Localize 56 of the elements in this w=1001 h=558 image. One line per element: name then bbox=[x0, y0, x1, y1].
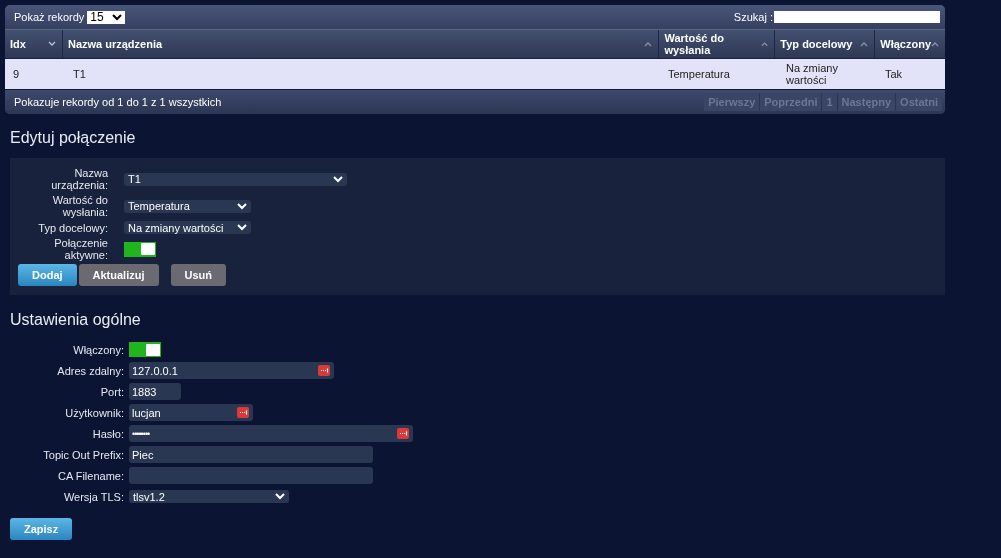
input-field[interactable] bbox=[129, 467, 373, 484]
input-field[interactable]: •••••••• bbox=[129, 425, 413, 442]
table-cell: T1 bbox=[73, 68, 86, 80]
table-cell: Na zmiany wartości bbox=[786, 62, 838, 86]
field-label: Połączenie aktywne: bbox=[53, 237, 108, 261]
autofill-icon[interactable] bbox=[318, 365, 330, 376]
action-button[interactable]: Aktualizuj bbox=[78, 264, 159, 286]
search-field[interactable] bbox=[774, 11, 940, 23]
sort-icon bbox=[860, 41, 869, 47]
column-header[interactable]: Typ docelowy bbox=[775, 30, 876, 58]
field-label: Włączony: bbox=[72, 343, 124, 356]
sort-icon bbox=[644, 41, 653, 47]
toggle-switch[interactable] bbox=[124, 241, 156, 257]
page-size-select[interactable]: 15 bbox=[87, 10, 125, 24]
field-label: Użytkownik: bbox=[64, 406, 124, 419]
records-info: Pokazuje rekordy od 1 do 1 z 1 wszystkich bbox=[14, 96, 222, 108]
input-field[interactable]: 127.0.0.1 bbox=[129, 362, 334, 379]
sort-icon bbox=[761, 41, 769, 47]
input-field[interactable]: Piec bbox=[129, 446, 373, 463]
input-field[interactable]: lucjan bbox=[129, 404, 253, 421]
sort-icon bbox=[931, 41, 939, 47]
field-label: Adres zdalny: bbox=[56, 364, 124, 377]
page-size-label: Pokaż rekordy bbox=[14, 11, 85, 23]
select-field[interactable]: T1 bbox=[124, 172, 347, 186]
field-label: CA Filename: bbox=[56, 469, 124, 482]
autofill-icon[interactable] bbox=[397, 428, 409, 439]
table-cell: 9 bbox=[13, 68, 20, 80]
column-header[interactable]: Idx bbox=[5, 30, 63, 58]
autofill-icon[interactable] bbox=[237, 407, 249, 418]
sort-icon bbox=[47, 41, 56, 47]
field-label: Topic Out Prefix: bbox=[42, 448, 124, 461]
caret-icon bbox=[237, 224, 247, 231]
input-field[interactable]: 1883 bbox=[129, 383, 181, 400]
caret-icon bbox=[111, 13, 122, 21]
search-label: Szukaj : bbox=[733, 11, 773, 23]
field-label: Nazwa urządzenia: bbox=[50, 167, 108, 191]
section-title: Edytuj połączenie bbox=[10, 129, 137, 147]
column-header[interactable]: Włączony bbox=[875, 30, 945, 58]
caret-icon bbox=[333, 175, 343, 183]
column-header[interactable]: Nazwa urządzenia bbox=[62, 30, 660, 58]
caret-icon bbox=[275, 493, 285, 500]
column-header[interactable]: Wartość do wysłania bbox=[659, 30, 776, 58]
field-label: Wersja TLS: bbox=[62, 490, 124, 503]
field-label: Wartość do wysłania: bbox=[51, 194, 108, 218]
table-cell: Tak bbox=[885, 68, 903, 80]
toggle-switch[interactable] bbox=[129, 342, 161, 357]
caret-icon bbox=[237, 202, 247, 210]
section-title: Ustawienia ogólne bbox=[10, 311, 142, 329]
table-cell: Temperatura bbox=[668, 68, 730, 80]
select-field[interactable]: Temperatura bbox=[124, 199, 251, 213]
action-button[interactable]: Usuń bbox=[170, 264, 226, 286]
select-field[interactable]: Na zmiany wartości bbox=[124, 221, 251, 234]
field-label: Port: bbox=[99, 385, 124, 398]
field-label: Typ docelowy: bbox=[37, 221, 108, 234]
select-field[interactable]: tlsv1.2 bbox=[129, 490, 289, 503]
field-label: Hasło: bbox=[91, 427, 124, 440]
